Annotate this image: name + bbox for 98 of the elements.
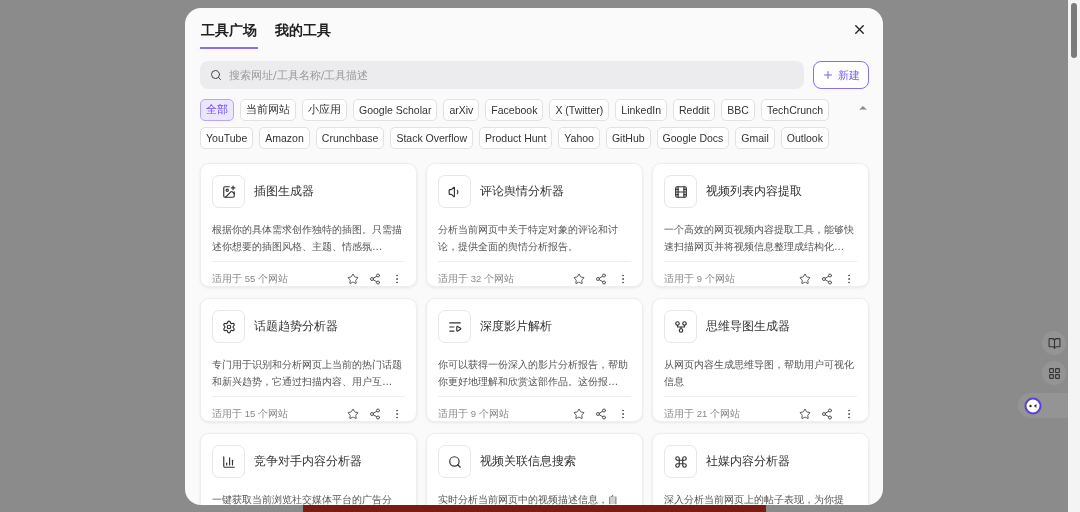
tool-description: 分析当前网页中关于特定对象的评论和讨论，提供全面的舆情分析报告。 — [438, 223, 619, 254]
search-field[interactable]: 搜索网址/工具名称/工具描述 — [200, 61, 804, 89]
filter-chip[interactable]: Product Hunt — [479, 127, 553, 149]
assistant-button[interactable] — [1018, 393, 1068, 418]
share-button[interactable] — [593, 271, 609, 287]
tool-card[interactable]: 话题趋势分析器 专门用于识别和分析网页上当前的热门话题和新兴趋势，它通过扫描内容、用户互… 适用于 15 个网站 — [200, 298, 417, 422]
filter-chip[interactable]: 小应用 — [302, 99, 347, 121]
chart-icon — [221, 454, 236, 469]
close-icon — [852, 22, 867, 37]
tool-title: 视频列表内容提取 — [706, 183, 802, 200]
tool-description: 深入分析当前网页上的帖子表现，为你提 — [664, 493, 845, 505]
share-icon — [595, 273, 607, 285]
share-button[interactable] — [819, 406, 835, 422]
filter-chip[interactable]: Google Docs — [656, 127, 730, 149]
filter-chip[interactable]: Gmail — [735, 127, 775, 149]
filter-chip[interactable]: Reddit — [673, 99, 716, 121]
site-count: 适用于 9 个网站 — [438, 407, 509, 421]
tool-title: 深度影片解析 — [480, 318, 552, 335]
filter-chip[interactable]: YouTube — [200, 127, 254, 149]
filter-chip[interactable]: BBC — [721, 99, 755, 121]
star-icon — [799, 408, 811, 420]
list-icon — [447, 319, 462, 334]
book-icon — [1047, 336, 1061, 350]
filter-chip[interactable]: 全部 — [200, 99, 234, 121]
branch-icon — [673, 319, 688, 334]
tool-card[interactable]: 竞争对手内容分析器 一键获取当前浏览社交媒体平台的广告分 — [200, 433, 417, 505]
tool-description: 根据你的具体需求创作独特的插图。只需描述你想要的插图风格、主题、情感氛… — [212, 223, 403, 254]
share-icon — [821, 273, 833, 285]
filter-chip[interactable]: LinkedIn — [615, 99, 667, 121]
site-count: 适用于 15 个网站 — [212, 407, 288, 421]
favorite-button[interactable] — [345, 406, 361, 422]
filter-chip[interactable]: TechCrunch — [760, 99, 829, 121]
filter-chip[interactable]: X (Twitter) — [549, 99, 610, 121]
tool-description: 专门用于识别和分析网页上当前的热门话题和新兴趋势，它通过扫描内容、用户互… — [212, 358, 403, 389]
search-icon — [447, 454, 462, 469]
share-icon — [821, 408, 833, 420]
tab[interactable]: 工具广场 — [200, 20, 258, 49]
tab[interactable]: 我的工具 — [274, 20, 332, 49]
star-icon — [347, 273, 359, 285]
filter-chip[interactable]: 当前网站 — [240, 99, 296, 121]
tool-card[interactable]: 思维导图生成器 从网页内容生成思维导图，帮助用户可视化信息 适用于 21 个网站 — [652, 298, 869, 422]
plus-icon — [822, 69, 834, 81]
site-count: 适用于 55 个网站 — [212, 272, 288, 286]
tool-description: 实时分析当前网页中的视频描述信息，自 — [438, 493, 619, 505]
share-icon — [369, 273, 381, 285]
command-icon — [673, 454, 688, 469]
tool-title: 话题趋势分析器 — [254, 318, 338, 335]
scrollbar-thumb[interactable] — [1071, 3, 1077, 58]
share-button[interactable] — [819, 271, 835, 287]
favorite-button[interactable] — [571, 406, 587, 422]
image-icon — [221, 184, 236, 199]
share-button[interactable] — [367, 271, 383, 287]
tool-description: 你可以获得一份深入的影片分析报告，帮助你更好地理解和欣赏这部作品。这份报… — [438, 358, 629, 389]
tool-description: 从网页内容生成思维导图，帮助用户可视化信息 — [664, 358, 855, 389]
filter-chip[interactable]: arXiv — [443, 99, 480, 121]
gear-icon — [221, 319, 236, 334]
tool-card[interactable]: 插图生成器 根据你的具体需求创作独特的插图。只需描述你想要的插图风格、主题、情感氛… 适用于 55 个网站 — [200, 163, 417, 287]
tool-title: 社媒内容分析器 — [706, 453, 790, 470]
grid-icon — [1047, 366, 1061, 380]
tool-card[interactable]: 深度影片解析 你可以获得一份深入的影片分析报告，帮助你更好地理解和欣赏这部作品。这份报… 适用于 9 个网站 — [426, 298, 643, 422]
tool-title: 思维导图生成器 — [706, 318, 790, 335]
star-icon — [347, 408, 359, 420]
filter-chip[interactable]: Crunchbase — [315, 127, 385, 149]
filter-chip[interactable]: Google Scholar — [353, 99, 438, 121]
new-button[interactable]: 新建 — [813, 61, 869, 89]
tool-card[interactable]: 评论舆情分析器 分析当前网页中关于特定对象的评论和讨论，提供全面的舆情分析报告。 适用于 32 个网站 — [426, 163, 643, 287]
site-count: 适用于 9 个网站 — [664, 272, 735, 286]
filter-chip[interactable]: Yahoo — [558, 127, 600, 149]
face-icon — [1024, 396, 1042, 415]
star-icon — [573, 273, 585, 285]
favorite-button[interactable] — [797, 406, 813, 422]
tool-title: 评论舆情分析器 — [480, 183, 564, 200]
star-icon — [799, 273, 811, 285]
favorite-button[interactable] — [571, 271, 587, 287]
share-icon — [595, 408, 607, 420]
filter-chip[interactable]: Amazon — [259, 127, 310, 149]
filter-chip[interactable]: Facebook — [485, 99, 544, 121]
tool-card[interactable]: 社媒内容分析器 深入分析当前网页上的帖子表现，为你提 — [652, 433, 869, 505]
tool-title: 竞争对手内容分析器 — [254, 453, 362, 470]
site-count: 适用于 32 个网站 — [438, 272, 514, 286]
search-icon — [210, 69, 222, 81]
tool-card[interactable]: 视频列表内容提取 一个高效的网页视频内容提取工具，能够快速扫描网页并将视频信息整理成结构化… 适用于 9 个网站 — [652, 163, 869, 287]
site-count: 适用于 21 个网站 — [664, 407, 740, 421]
tool-description: 一键获取当前浏览社交媒体平台的广告分 — [212, 493, 393, 505]
favorite-button[interactable] — [345, 271, 361, 287]
tool-card[interactable]: 视频关联信息搜索 实时分析当前网页中的视频描述信息，自 — [426, 433, 643, 505]
tool-title: 视频关联信息搜索 — [480, 453, 576, 470]
tool-title: 插图生成器 — [254, 183, 314, 200]
filter-chip[interactable]: Stack Overflow — [390, 127, 474, 149]
film-icon — [673, 184, 688, 199]
share-icon — [369, 408, 381, 420]
star-icon — [573, 408, 585, 420]
tool-description: 一个高效的网页视频内容提取工具，能够快速扫描网页并将视频信息整理成结构化… — [664, 223, 855, 254]
share-button[interactable] — [593, 406, 609, 422]
favorite-button[interactable] — [797, 271, 813, 287]
filter-chip[interactable]: Outlook — [780, 127, 829, 149]
share-button[interactable] — [367, 406, 383, 422]
filter-chip[interactable]: GitHub — [605, 127, 651, 149]
